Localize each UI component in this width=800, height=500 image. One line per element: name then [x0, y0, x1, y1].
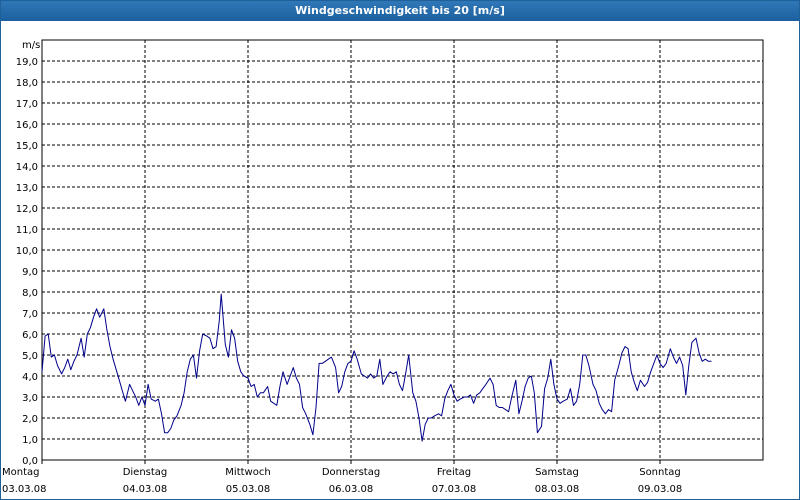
y-tick-label: 11,0	[16, 225, 38, 236]
y-tick-label: 8,0	[22, 288, 38, 299]
y-tick-label: 0,0	[22, 456, 38, 467]
x-tick-day-label: Donnerstag	[322, 467, 380, 478]
y-tick-label: 13,0	[16, 183, 38, 194]
x-tick-date-label: 03.03.08	[2, 484, 47, 495]
y-tick-label: 5,0	[22, 351, 38, 362]
y-tick-label: 1,0	[22, 435, 38, 446]
grid-lines	[42, 40, 764, 460]
y-tick-label: 10,0	[16, 246, 38, 257]
x-tick-date-label: 05.03.08	[226, 484, 271, 495]
x-tick-date-label: 07.03.08	[432, 484, 477, 495]
x-axis: Montag 03.03.08 Dienstag 04.03.08 Mittwoch 05…	[2, 460, 682, 495]
y-tick-label: 6,0	[22, 330, 38, 341]
y-tick-label: 4,0	[22, 372, 38, 383]
series-layer	[41, 293, 712, 442]
x-tick-date-label: 06.03.08	[329, 484, 374, 495]
y-tick-label: 7,0	[22, 309, 38, 320]
y-tick-label: 15,0	[16, 141, 38, 152]
x-tick-day-label: Montag	[2, 467, 39, 478]
y-tick-label: 17,0	[16, 99, 38, 110]
x-tick-day-label: Freitag	[437, 467, 471, 478]
x-tick-day-label: Dienstag	[123, 467, 168, 478]
y-tick-label: 19,0	[16, 57, 38, 68]
y-tick-label: 18,0	[16, 78, 38, 89]
x-tick-date-label: 08.03.08	[535, 484, 580, 495]
y-tick-label: 9,0	[22, 267, 38, 278]
x-tick-day-label: Mittwoch	[225, 467, 270, 478]
y-tick-label: 12,0	[16, 204, 38, 215]
x-tick-day-label: Sonntag	[639, 467, 681, 478]
x-tick-date-label: 09.03.08	[638, 484, 683, 495]
y-tick-label: 14,0	[16, 162, 38, 173]
y-axis-unit-label: m/s	[22, 40, 40, 51]
x-tick-date-label: 04.03.08	[123, 484, 168, 495]
y-tick-label: 16,0	[16, 120, 38, 131]
y-tick-label: 2,0	[22, 414, 38, 425]
y-tick-label: 3,0	[22, 393, 38, 404]
x-tick-day-label: Samstag	[535, 467, 579, 478]
wind-speed-series-line	[41, 293, 712, 442]
y-axis: 0,0 1,0 2,0 3,0 4,0 5,0 6,0 7,0 8,0 9,0 10,0 11,0 12…	[16, 57, 38, 467]
wind-speed-chart: 0,0 1,0 2,0 3,0 4,0 5,0 6,0 7,0 8,0 9,0 10,0 11,0 12…	[2, 39, 764, 495]
